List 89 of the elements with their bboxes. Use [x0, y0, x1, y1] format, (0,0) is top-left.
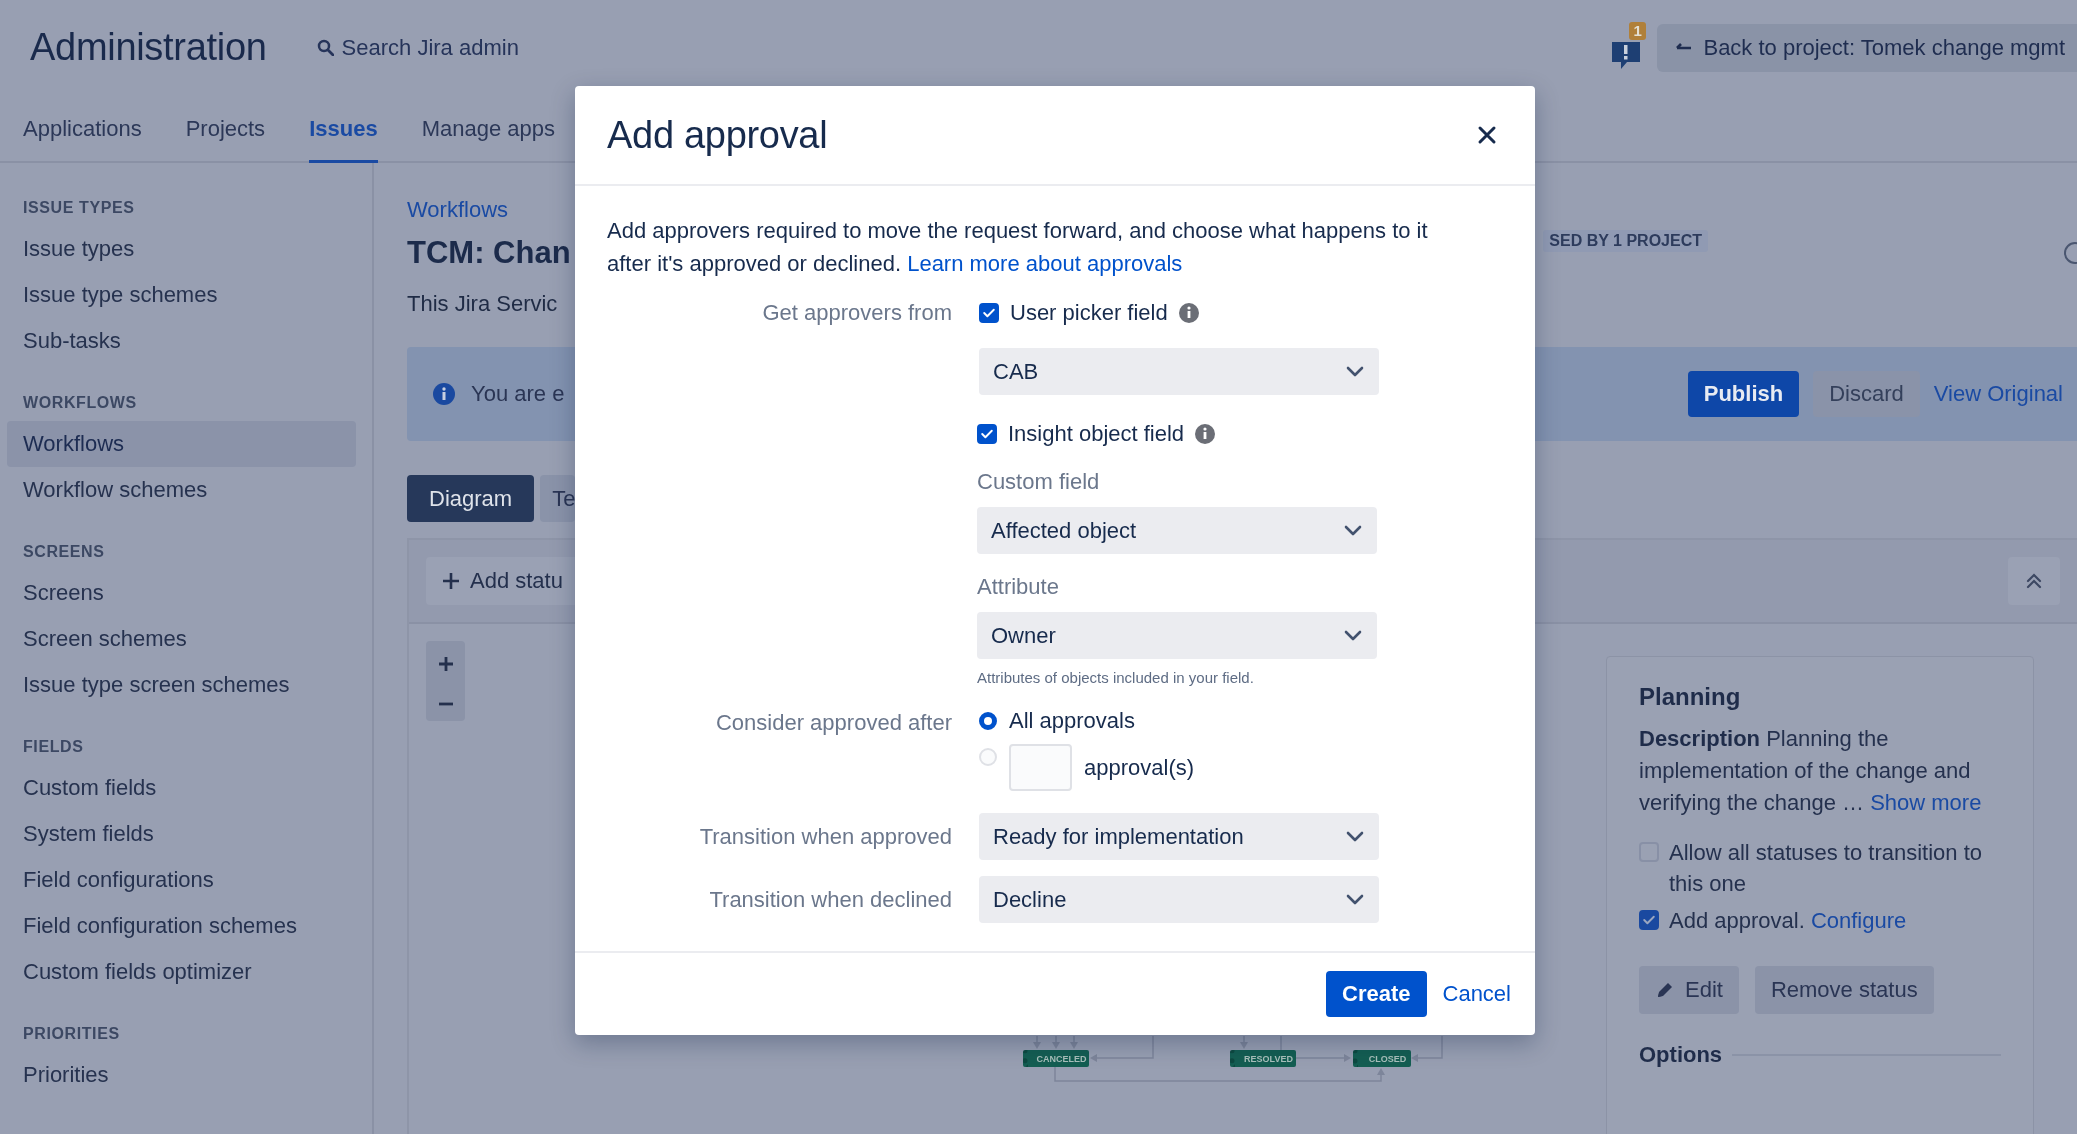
status-node[interactable]: RESOLVED [1230, 1050, 1296, 1067]
transition-arrow [1411, 1035, 1443, 1062]
configure-link[interactable]: Configure [1810, 908, 1907, 933]
banner-text: You are e [471, 381, 565, 407]
dialog-description: Add approvers required to move the request forward, and choose what happens to it after it's approved or declined. Learn more about approvals [607, 217, 1429, 278]
status-node[interactable]: CLOSED [1353, 1050, 1411, 1067]
breadcrumb-link[interactable]: Workflows [407, 197, 509, 223]
view-original-link[interactable]: View Original [1933, 371, 2063, 417]
edit-button[interactable]: Edit [1639, 966, 1739, 1014]
transition-arrow [1090, 1035, 1154, 1062]
search-icon [316, 39, 334, 56]
info-icon[interactable] [1178, 303, 1199, 323]
plus-icon[interactable] [437, 655, 454, 672]
search-field[interactable]: Search Jira admin [341, 34, 519, 61]
option-label: Add approval. Configure [1669, 907, 1907, 935]
sidebar-item[interactable]: Workflows [7, 421, 356, 467]
sidebar-item[interactable]: Field configurations [7, 857, 356, 903]
remove-status-button[interactable]: Remove status [1754, 966, 1934, 1014]
count-input[interactable] [1009, 744, 1072, 791]
page-title: Administration [30, 26, 267, 69]
section-heading: SCREENS [23, 543, 105, 561]
dialog-title: Add approval [607, 113, 828, 157]
nav-tab[interactable]: Issues [309, 95, 378, 163]
checkbox[interactable] [977, 424, 997, 444]
show-more-link[interactable]: Show more [1870, 790, 1982, 815]
checkbox-label: Insight object field [1008, 421, 1185, 447]
info-icon[interactable] [1195, 424, 1216, 444]
checkbox[interactable] [1639, 910, 1659, 930]
sidebar-item[interactable]: Sub-tasks [7, 318, 356, 364]
project-badge: SED BY 1 PROJECT [1543, 230, 1708, 252]
helper-text: Attributes of objects included in your field. [977, 669, 1254, 686]
checkbox-label: User picker field [1010, 300, 1168, 326]
discard-button[interactable]: Discard [1813, 371, 1920, 417]
transition-arrow [1294, 1054, 1351, 1062]
select-field[interactable]: Decline [979, 876, 1379, 923]
section-heading: WORKFLOWS [23, 394, 137, 412]
sidebar-item[interactable]: Custom fields [7, 765, 356, 811]
info-icon [433, 383, 455, 405]
select-field[interactable]: CAB [979, 348, 1379, 395]
sidebar-item[interactable]: System fields [7, 811, 356, 857]
section-heading: FIELDS [23, 738, 84, 756]
field-label: Custom field [977, 469, 1100, 495]
sidebar-item[interactable]: Custom fields optimizer [7, 949, 356, 995]
field-label: Get approvers from [762, 299, 952, 327]
status-description: Description Planning the implementation of the change and verifying the change … Show more [1639, 725, 1983, 817]
field-label: Transition when declined [709, 886, 952, 914]
publish-button[interactable]: Publish [1687, 371, 1800, 417]
cancel-link[interactable]: Cancel [1438, 971, 1511, 1017]
select-field[interactable]: Ready for implementation [979, 813, 1379, 860]
sidebar-item[interactable]: Priorities [7, 1052, 356, 1098]
pencil-icon [1655, 980, 1675, 1000]
page-heading: TCM: Chan [407, 235, 571, 271]
field-label: Transition when approved [699, 823, 952, 851]
close-icon [1477, 125, 1497, 145]
option-label: Allow all statuses to transition to this one [1669, 839, 1984, 898]
checkbox[interactable] [979, 303, 999, 323]
radio-label: All approvals [1009, 708, 1135, 734]
sidebar-item[interactable]: Issue type screen schemes [7, 662, 356, 708]
create-button[interactable]: Create [1326, 971, 1427, 1017]
view-tab[interactable]: Diagram [407, 475, 535, 522]
sidebar-item[interactable]: Screen schemes [7, 616, 356, 662]
collapse-button[interactable] [2008, 557, 2060, 605]
select-field[interactable]: Affected object [977, 507, 1377, 554]
back-button[interactable]: Back to project: Tomek change mgmt [1657, 23, 2077, 72]
section-heading: ISSUE TYPES [23, 199, 135, 217]
panel-title: Planning [1639, 683, 1741, 711]
view-tab[interactable]: Te [540, 475, 576, 522]
nav-tab[interactable]: Manage apps [421, 95, 555, 163]
field-label: Attribute [977, 574, 1059, 600]
sidebar-item[interactable]: Issue type schemes [7, 272, 356, 318]
notification-badge: 1 [1629, 21, 1646, 40]
nav-tab[interactable]: Projects [185, 95, 266, 163]
field-label: Consider approved after [715, 709, 952, 737]
learn-more-link[interactable]: Learn more about approvals [907, 251, 1183, 276]
radio-label: approval(s) [1084, 754, 1195, 781]
sidebar-item[interactable]: Workflow schemes [7, 467, 356, 513]
select-field[interactable]: Owner [977, 612, 1377, 659]
status-node[interactable]: CANCELED [1023, 1050, 1089, 1067]
plus-icon [442, 572, 460, 590]
nav-tab[interactable]: Applications [23, 95, 142, 163]
page-description: This Jira Servic [407, 291, 558, 317]
radio-button[interactable] [979, 712, 997, 730]
minus-icon[interactable] [437, 700, 454, 707]
sidebar-item[interactable]: Screens [7, 570, 356, 616]
sidebar-item[interactable]: Issue types [7, 226, 356, 272]
sidebar-item[interactable]: Field configuration schemes [7, 903, 356, 949]
options-heading: Options [1639, 1042, 1723, 1068]
section-heading: PRIORITIES [23, 1025, 120, 1043]
double-chevron-icon [2026, 573, 2042, 589]
